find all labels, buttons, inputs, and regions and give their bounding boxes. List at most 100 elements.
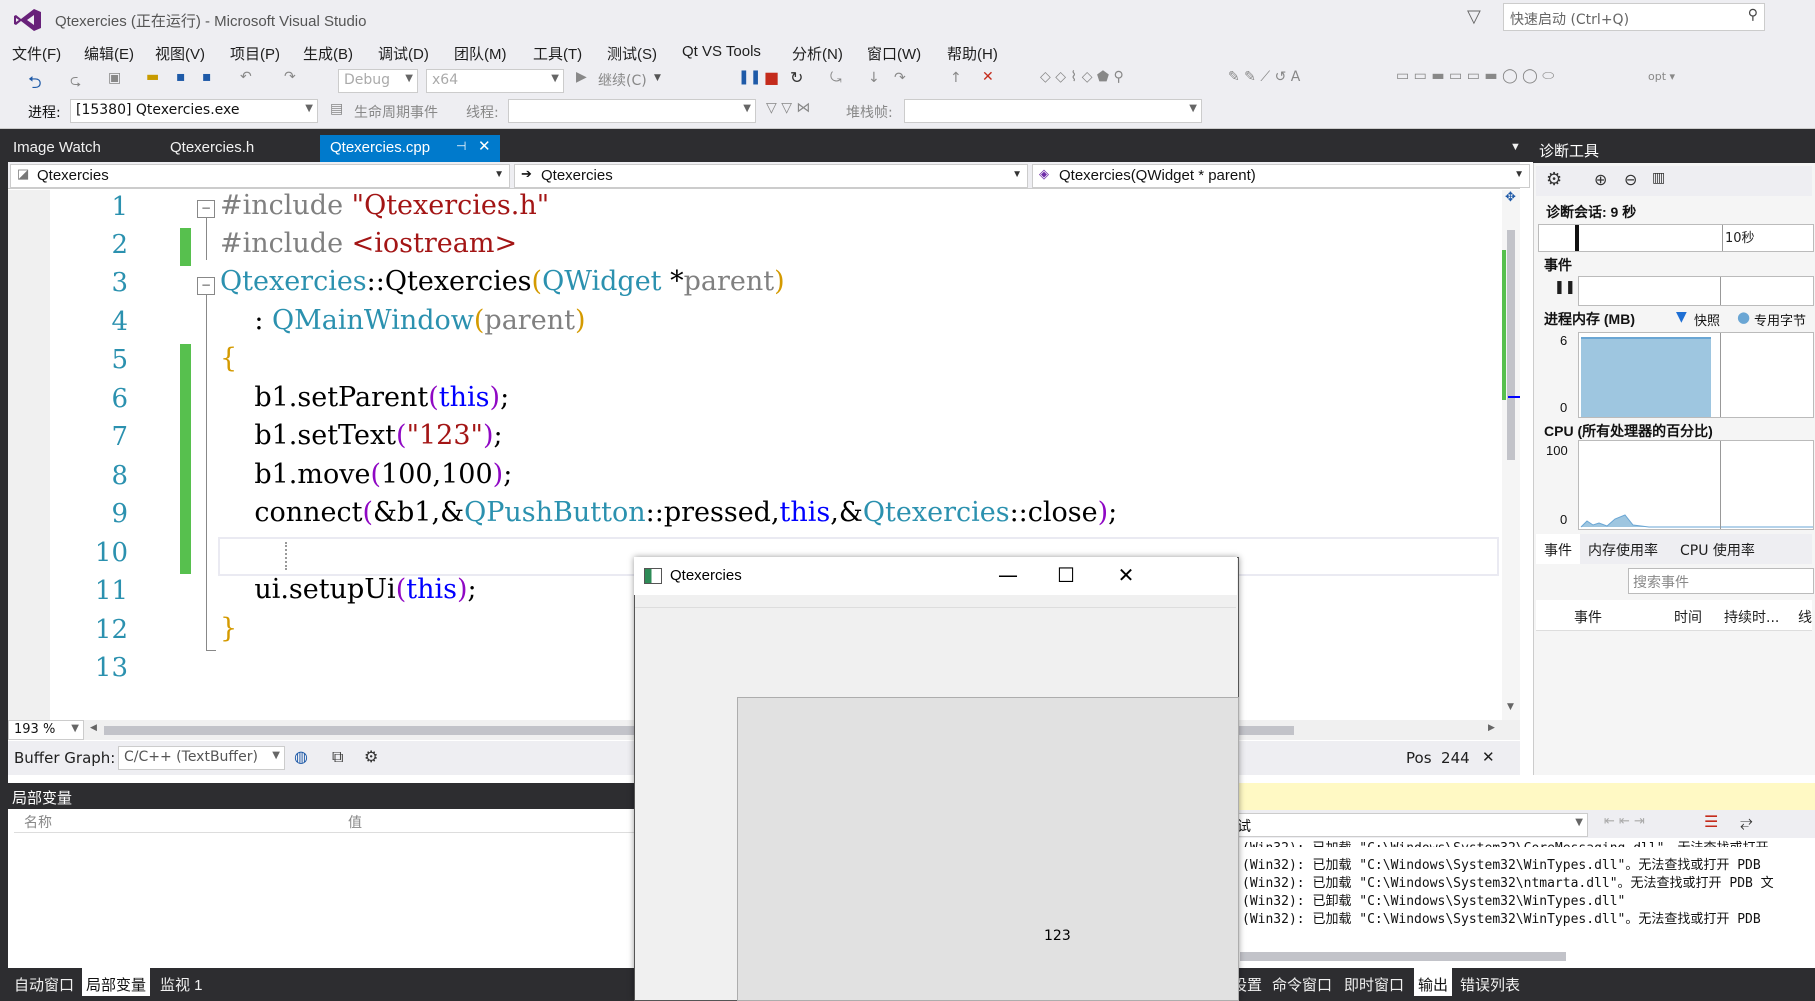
menu-qt-vs-tools[interactable]: Qt VS Tools [682,43,761,60]
menu-view[interactable]: 视图(V) [155,43,205,64]
globe-icon[interactable]: ◍ [294,747,308,766]
lifecycle-events-button[interactable]: 生命周期事件 [354,102,438,122]
step-into-icon[interactable]: ↓ [868,70,880,86]
chart-icon[interactable]: ▥ [1652,170,1665,186]
indicator-margin[interactable] [8,190,50,720]
break-all-icon[interactable]: ❚❚ [738,69,761,85]
show-next-statement-icon[interactable]: ⤿ [830,70,842,86]
col-event[interactable]: 事件 [1574,607,1602,627]
scroll-down-icon[interactable]: ▼ [1507,702,1514,712]
split-icon[interactable]: ✥ [1505,190,1516,205]
zoom-out-icon[interactable]: ⊖ [1624,170,1637,189]
cpu-section-label[interactable]: CPU (所有处理器的百分比) [1544,421,1713,441]
scroll-thumb[interactable] [1507,230,1515,460]
col-time[interactable]: 时间 [1674,607,1702,627]
menu-debug[interactable]: 调试(D) [378,43,429,64]
menu-build[interactable]: 生成(B) [303,43,353,64]
word-wrap-icon[interactable]: ⥂ [1740,812,1753,832]
menu-analyze[interactable]: 分析(N) [792,43,843,64]
config-select[interactable]: Debug ▼ [338,69,418,93]
platform-select[interactable]: x64 ▼ [426,69,564,93]
process-select[interactable]: [15380] Qtexercies.exe ▼ [70,99,318,123]
events-search-input[interactable]: 搜索事件 [1628,568,1814,594]
zoom-select[interactable]: 193 % ▼ [8,720,84,740]
forward-icon[interactable]: ⮎ [70,70,81,94]
flag-thread-icon[interactable]: ▽ ▽ ⋈ [766,100,810,116]
col-value[interactable]: 值 [348,812,362,832]
close-window-icon[interactable]: ✕ [1106,563,1146,587]
tab-locals[interactable]: 局部变量 [82,968,151,996]
settings-gear-icon[interactable]: ⚙ [1546,169,1562,190]
menu-edit[interactable]: 编辑(E) [84,43,134,64]
tab-watch-1[interactable]: 监视 1 [160,974,203,995]
timeline-ruler[interactable]: 10秒 [1538,224,1814,252]
zoom-in-icon[interactable]: ⊕ [1594,170,1607,189]
output-hscroll-thumb[interactable] [1240,952,1566,961]
diag-tab-memory[interactable]: 内存使用率 [1588,540,1658,560]
undo-icon[interactable]: ↶ [240,69,252,85]
buffer-graph-select[interactable]: C/C++ (TextBuffer) ▼ [118,746,285,770]
memory-chart[interactable] [1578,332,1814,418]
save-icon[interactable]: ▪ [176,69,186,85]
pin-icon[interactable]: ⊣ [456,139,466,153]
restart-icon[interactable]: ↻ [790,68,803,87]
minimize-icon[interactable]: — [988,563,1028,587]
tab-image-watch[interactable]: Image Watch [13,139,101,156]
filter-icon[interactable]: ▽ [1467,6,1481,27]
find-message-icon[interactable]: ⇤ ⇤ ⇥ [1604,814,1645,829]
stop-debugging-icon[interactable]: ■ [764,68,779,87]
pause-icon[interactable]: ❚❚ [1554,280,1576,295]
menu-tools[interactable]: 工具(T) [533,43,582,64]
tab-error-list[interactable]: 错误列表 [1460,974,1520,995]
graph-settings-icon[interactable]: ⚙ [364,747,378,766]
step-over-icon[interactable]: ↷ [894,70,906,86]
diag-tab-cpu[interactable]: CPU 使用率 [1680,540,1755,560]
tab-qtexercies-h[interactable]: Qtexercies.h [170,139,254,156]
step-out-icon[interactable]: ↑ [950,70,962,86]
close-tab-icon[interactable]: ✕ [478,137,491,155]
maximize-icon[interactable]: ☐ [1046,563,1086,587]
col-duration[interactable]: 持续时... [1724,607,1779,627]
tab-autos[interactable]: 自动窗口 [14,974,74,995]
qt-window-titlebar[interactable]: Qtexercies — ☐ ✕ [634,557,1237,595]
clear-all-icon[interactable]: ☰ [1704,812,1718,831]
toggle-breakpoint-icon[interactable]: ✕ [982,69,994,85]
thread-select[interactable]: ▼ [508,99,756,123]
close-icon[interactable]: ✕ [1482,748,1495,766]
tab-immediate-window[interactable]: 即时窗口 [1344,974,1404,995]
play-icon[interactable]: ▶ [576,69,587,85]
scope-dropdown[interactable]: ➔ Qtexercies ▼ [514,164,1028,188]
menu-help[interactable]: 帮助(H) [947,43,998,64]
open-file-icon[interactable]: ▬ [146,69,159,85]
stack-frame-select[interactable]: ▼ [904,99,1202,123]
project-dropdown[interactable]: ◪ Qtexercies ▼ [10,164,510,188]
menu-window[interactable]: 窗口(W) [867,43,921,64]
col-thread[interactable]: 线 [1798,607,1812,627]
continue-button[interactable]: 继续(C) [598,70,647,90]
collapse-region-icon[interactable]: − [197,200,215,218]
scroll-left-icon[interactable]: ◀ [90,723,97,733]
tab-qtexercies-cpp[interactable]: Qtexercies.cpp ⊣ ✕ [320,135,500,162]
menu-test[interactable]: 测试(S) [607,43,657,64]
chevron-down-icon[interactable]: ▼ [1510,141,1521,153]
menu-file[interactable]: 文件(F) [12,43,61,64]
layout-icon[interactable]: ⧉ [332,747,343,767]
menu-project[interactable]: 项目(P) [230,43,280,64]
col-name[interactable]: 名称 [24,812,52,832]
redo-icon[interactable]: ↷ [284,69,296,85]
save-all-icon[interactable]: ▪ [202,69,212,85]
diag-tab-events[interactable]: 事件 [1536,534,1580,564]
output-source-select[interactable]: 试 ▼ [1236,813,1588,837]
menu-team[interactable]: 团队(M) [454,43,507,64]
tab-command-window[interactable]: 命令窗口 [1272,974,1332,995]
quick-launch-input[interactable]: 快速启动 (Ctrl+Q) ⚲ [1503,3,1765,31]
tab-output[interactable]: 输出 [1414,968,1453,996]
scroll-right-icon[interactable]: ▶ [1488,723,1495,733]
collapse-region-icon[interactable]: − [197,277,215,295]
back-icon[interactable]: ⮌ [28,70,42,99]
memory-section-label[interactable]: 进程内存 (MB) [1544,309,1635,329]
new-project-icon[interactable]: ▣ [108,70,121,86]
events-section-label[interactable]: 事件 [1544,255,1572,275]
member-dropdown[interactable]: ◈ Qtexercies(QWidget * parent) ▼ [1032,164,1530,188]
vertical-scrollbar[interactable]: ✥ ▼ [1502,190,1520,720]
